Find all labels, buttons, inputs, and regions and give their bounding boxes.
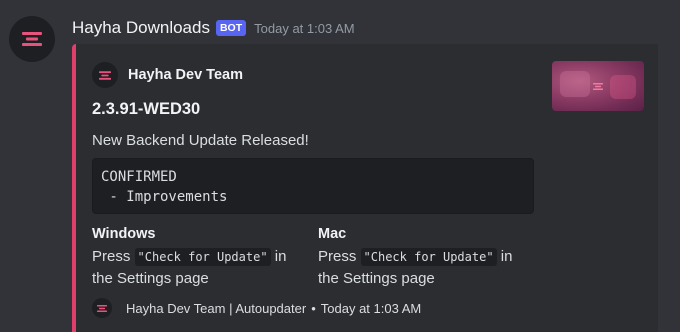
code-line: CONFIRMED [101, 169, 177, 185]
username[interactable]: Hayha Downloads [72, 18, 210, 38]
field-name: Windows [92, 226, 156, 242]
thumbnail-blur [610, 75, 636, 99]
embed-description: New Backend Update Released! [92, 132, 309, 149]
embed-author: Hayha Dev Team [92, 62, 243, 88]
message-timestamp[interactable]: Today at 1:03 AM [254, 21, 354, 36]
hayha-logo-icon [97, 304, 107, 312]
field-value: Press "Check for Update" in the Settings… [92, 246, 307, 290]
embed-thumbnail[interactable] [552, 61, 644, 111]
bot-tag: BOT [215, 20, 247, 36]
embed-author-name: Hayha Dev Team [128, 67, 243, 83]
field-windows: Windows Press "Check for Update" in the … [92, 226, 307, 290]
footer-separator: • [311, 300, 316, 316]
field-name: Mac [318, 226, 347, 242]
bot-avatar[interactable] [9, 16, 55, 62]
code-block: CONFIRMED - Improvements [92, 158, 534, 214]
footer-avatar [92, 298, 112, 318]
code-line: - Improvements [101, 189, 228, 205]
embed-title: 2.3.91-WED30 [92, 100, 201, 118]
inline-code: "Check for Update" [360, 248, 497, 266]
footer-timestamp: Today at 1:03 AM [320, 300, 422, 316]
footer-text: Hayha Dev Team | Autoupdater [126, 300, 307, 316]
embed-footer: Hayha Dev Team | Autoupdater • Today at … [92, 298, 421, 318]
hayha-logo-icon [593, 82, 603, 90]
thumbnail-blur [560, 71, 590, 97]
field-mac: Mac Press "Check for Update" in the Sett… [318, 226, 533, 290]
field-value: Press "Check for Update" in the Settings… [318, 246, 533, 290]
hayha-logo-icon [22, 32, 42, 46]
inline-code: "Check for Update" [134, 248, 271, 266]
author-avatar [92, 62, 118, 88]
field-value-prefix: Press [92, 248, 135, 265]
hayha-logo-icon [99, 70, 111, 80]
embed: Hayha Dev Team 2.3.91-WED30 New Backend … [72, 44, 658, 332]
field-value-prefix: Press [318, 248, 361, 265]
message-header: Hayha Downloads BOT Today at 1:03 AM [72, 16, 355, 40]
